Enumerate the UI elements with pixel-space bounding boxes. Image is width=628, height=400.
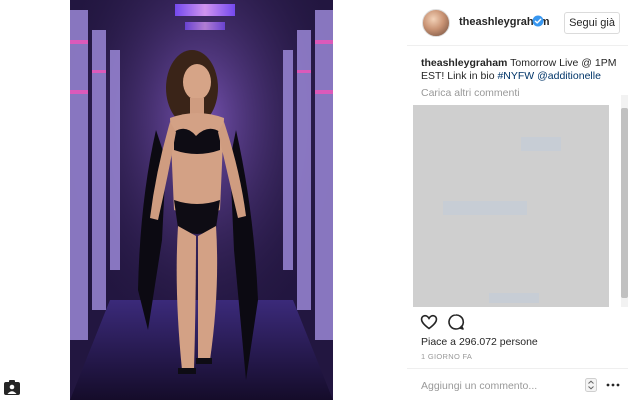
comment-input[interactable] bbox=[421, 379, 581, 393]
comment-icon[interactable] bbox=[447, 313, 465, 331]
load-more-comments-link[interactable]: Carica altri commenti bbox=[421, 87, 520, 99]
avatar[interactable] bbox=[422, 9, 450, 37]
caption-mention[interactable]: @additionelle bbox=[537, 70, 601, 82]
expand-toggle-icon[interactable] bbox=[585, 378, 597, 392]
post-actions bbox=[420, 313, 480, 333]
likes-count[interactable]: Piace a 296.072 persone bbox=[421, 336, 538, 348]
post-timestamp[interactable]: 1 GIORNO FA bbox=[421, 352, 472, 361]
verified-badge-icon bbox=[532, 15, 544, 27]
photo-illustration bbox=[70, 0, 333, 400]
post-photo[interactable] bbox=[70, 0, 333, 400]
heart-icon[interactable] bbox=[420, 313, 438, 331]
report-icon[interactable] bbox=[3, 379, 21, 397]
post-header: theashleygraham Segui già bbox=[407, 0, 628, 46]
gray-overlay-box bbox=[413, 105, 609, 307]
caption-username[interactable]: theashleygraham bbox=[421, 57, 507, 69]
more-options-icon[interactable] bbox=[606, 379, 620, 391]
comment-bar bbox=[407, 368, 628, 400]
caption-hashtag[interactable]: #NYFW bbox=[497, 70, 534, 82]
left-margin bbox=[0, 0, 70, 400]
post-caption: theashleygraham Tomorrow Live @ 1PM EST!… bbox=[421, 57, 621, 83]
comments-scrollbar-thumb[interactable] bbox=[621, 108, 628, 298]
following-button[interactable]: Segui già bbox=[564, 12, 620, 34]
